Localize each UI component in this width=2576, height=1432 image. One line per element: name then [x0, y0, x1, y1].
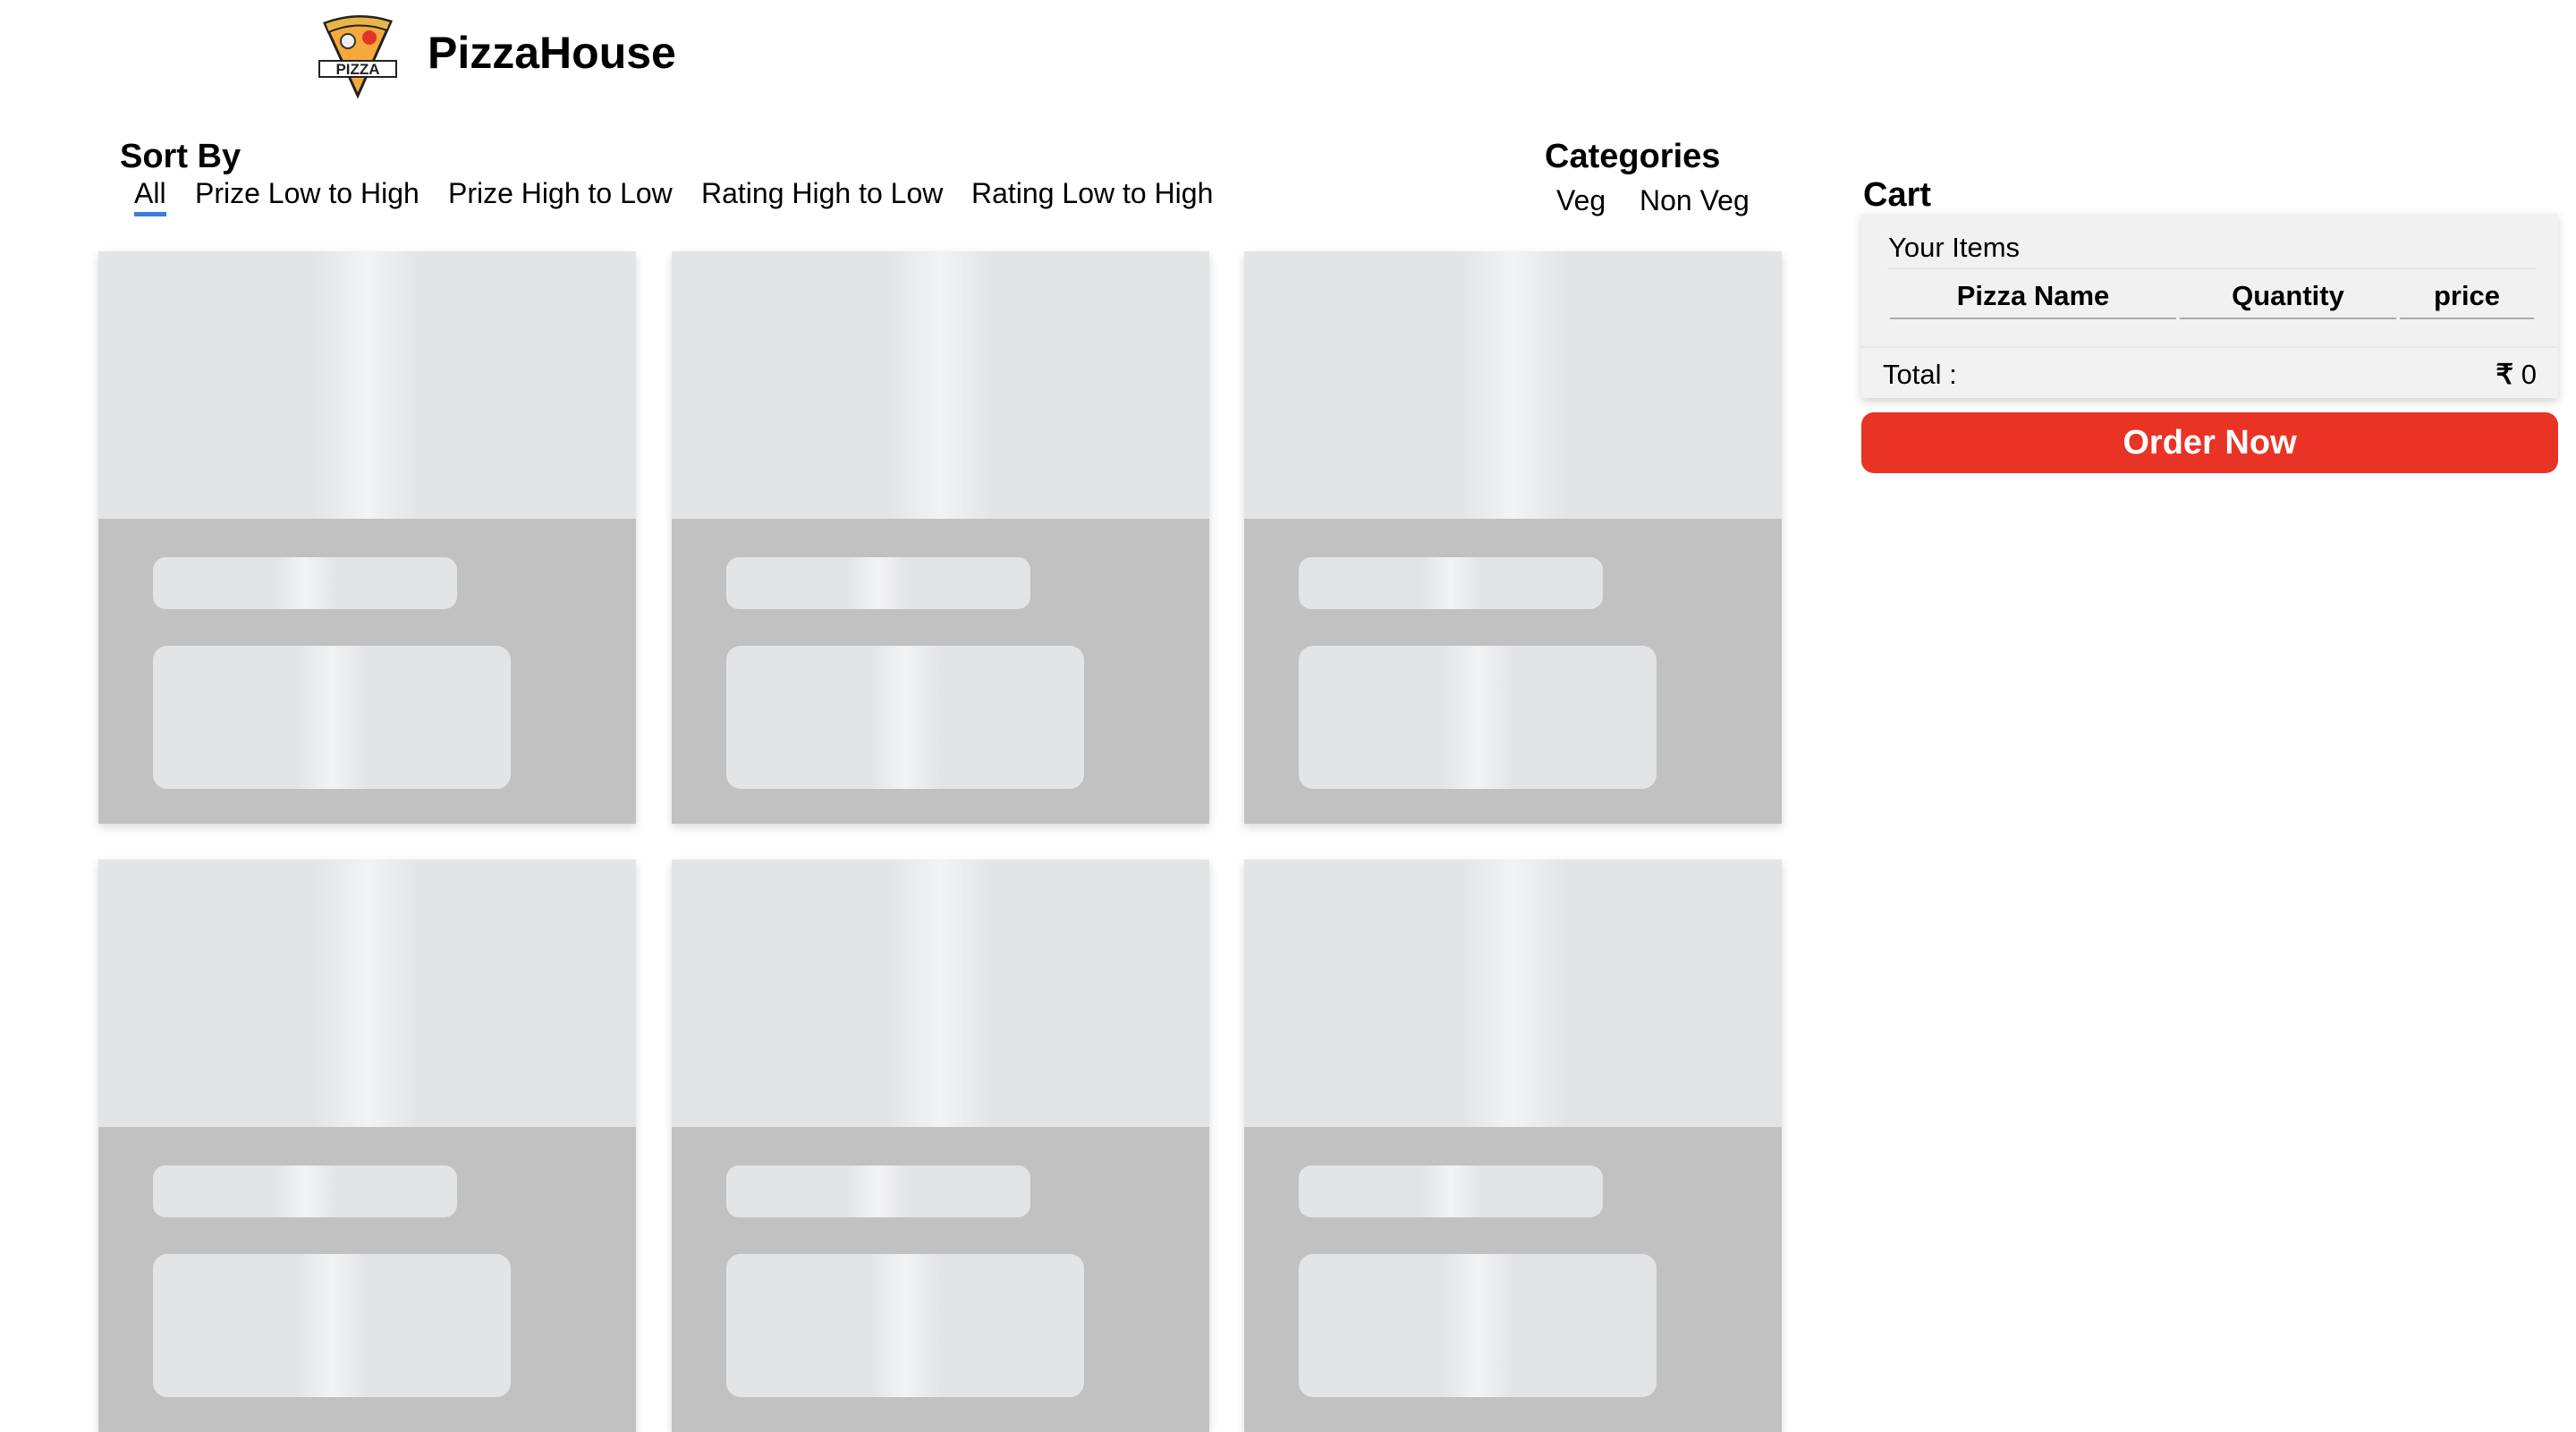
your-items-label: Your Items	[1888, 232, 2021, 263]
cart-panel: Your Items Pizza Name Quantity price Tot…	[1861, 214, 2558, 398]
category-non-veg[interactable]: Non Veg	[1640, 184, 1750, 217]
total-label: Total :	[1883, 359, 1957, 390]
details-placeholder	[726, 1254, 1084, 1397]
sort-option-rating-low-high[interactable]: Rating Low to High	[971, 177, 1213, 210]
details-placeholder	[1299, 646, 1657, 789]
title-placeholder	[726, 557, 1030, 609]
column-quantity: Quantity	[2180, 280, 2396, 319]
svg-text:PIZZA: PIZZA	[335, 61, 379, 78]
details-placeholder	[153, 646, 511, 789]
title-placeholder	[726, 1165, 1030, 1217]
title-placeholder	[1299, 1165, 1603, 1217]
title-placeholder	[153, 1165, 457, 1217]
total-value: 0	[2521, 359, 2537, 390]
details-placeholder	[153, 1254, 511, 1397]
image-placeholder	[672, 860, 1209, 1127]
pizza-card-skeleton	[1244, 251, 1782, 824]
sort-option-rating-high-low[interactable]: Rating High to Low	[701, 177, 943, 210]
cart-heading: Cart	[1863, 176, 1932, 214]
category-veg[interactable]: Veg	[1556, 184, 1606, 217]
pizza-card-skeleton	[672, 251, 1209, 824]
pizza-card-skeleton	[98, 251, 636, 824]
sort-by-heading: Sort By	[120, 138, 242, 175]
order-now-button[interactable]: Order Now	[1861, 412, 2558, 473]
brand-title[interactable]: PizzaHouse	[428, 27, 676, 79]
image-placeholder	[98, 251, 636, 519]
title-placeholder	[1299, 557, 1603, 609]
image-placeholder	[98, 860, 636, 1127]
title-placeholder	[153, 557, 457, 609]
details-placeholder	[1299, 1254, 1657, 1397]
cart-total-row: Total : ₹ 0	[1861, 346, 2558, 398]
sort-option-price-low-high[interactable]: Prize Low to High	[195, 177, 419, 210]
image-placeholder	[1244, 860, 1782, 1127]
pizza-card-skeleton	[1244, 860, 1782, 1432]
image-placeholder	[672, 251, 1209, 519]
pizza-logo: PIZZA	[318, 11, 398, 99]
pizza-card-skeleton	[672, 860, 1209, 1432]
column-price: price	[2400, 280, 2534, 319]
sort-option-price-high-low[interactable]: Prize High to Low	[448, 177, 673, 210]
column-pizza-name: Pizza Name	[1890, 280, 2176, 319]
rupee-icon: ₹	[2496, 359, 2514, 390]
sort-option-all[interactable]: All	[134, 177, 166, 216]
details-placeholder	[726, 646, 1084, 789]
categories-heading: Categories	[1545, 138, 1721, 175]
pizza-card-skeleton	[98, 860, 636, 1432]
image-placeholder	[1244, 251, 1782, 519]
cart-table-header: Pizza Name Quantity price	[1888, 267, 2537, 319]
